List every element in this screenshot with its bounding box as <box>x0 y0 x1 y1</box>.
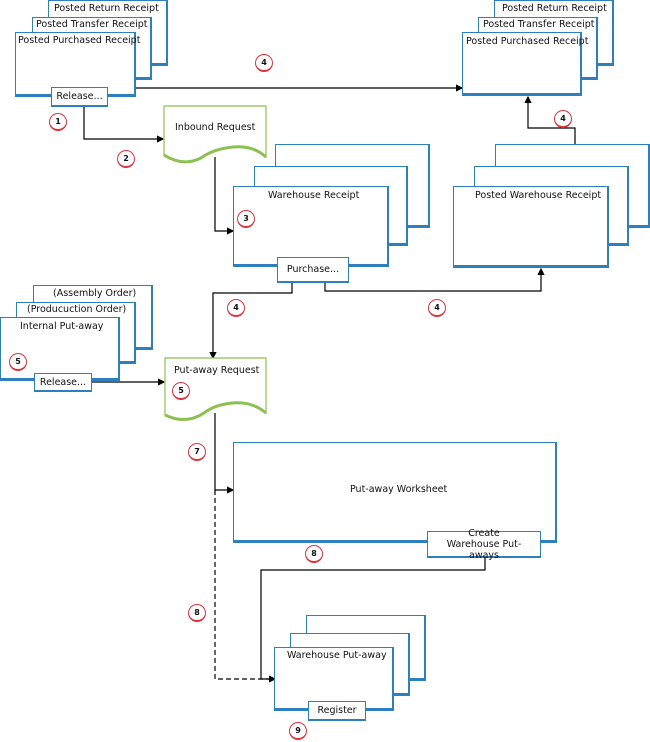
step-badge-4-right: 4 <box>554 110 572 128</box>
step-badge-5-internal: 5 <box>9 353 27 371</box>
posted-transfer-receipt-label-left: Posted Transfer Receipt <box>36 19 148 30</box>
step-badge-8-top: 8 <box>305 545 323 563</box>
register-button[interactable]: Register <box>308 701 366 721</box>
diagram-canvas: Posted Return Receipt Posted Transfer Re… <box>0 0 650 742</box>
purchase-button[interactable]: Purchase... <box>277 257 349 283</box>
step-badge-3: 3 <box>237 210 255 228</box>
warehouse-receipt-label: Warehouse Receipt <box>268 190 360 201</box>
step-badge-4-mid-left: 4 <box>227 299 245 317</box>
internal-putaway-label: Internal Put-away <box>20 321 104 332</box>
step-badge-1: 1 <box>49 113 67 131</box>
line-inbound-to-receipt <box>214 157 235 235</box>
inbound-request-document <box>163 105 268 164</box>
step-badge-5-request: 5 <box>172 382 190 400</box>
posted-transfer-receipt-label-right: Posted Transfer Receipt <box>483 19 595 30</box>
step-badge-9: 9 <box>289 722 307 740</box>
step-badge-7: 7 <box>188 443 206 461</box>
putaway-worksheet-label: Put-away Worksheet <box>350 484 448 495</box>
posted-purchased-receipt-label-left: Posted Purchased Receipt <box>18 35 141 46</box>
create-warehouse-putaways-button[interactable]: Create Warehouse Put-aways <box>427 528 541 561</box>
warehouse-putaway-label: Warehouse Put-away <box>287 650 387 661</box>
line-purchase-to-posted-wr <box>324 267 545 292</box>
posted-return-receipt-label-right: Posted Return Receipt <box>502 3 607 14</box>
step-badge-8-left: 8 <box>188 604 206 622</box>
assembly-order-label: (Assembly Order) <box>53 288 137 299</box>
production-order-label: (Producuction Order) <box>27 304 127 315</box>
posted-return-receipt-label-left: Posted Return Receipt <box>54 3 159 14</box>
release-button-internal[interactable]: Release... <box>34 373 92 392</box>
line-purchase-to-putaway-request <box>209 282 293 360</box>
step-badge-4-mid-right: 4 <box>428 299 446 317</box>
line-release-to-inbound <box>83 107 165 143</box>
posted-warehouse-receipt-label: Posted Warehouse Receipt <box>475 190 602 201</box>
putaway-request-label: Put-away Request <box>174 365 260 376</box>
step-badge-2: 2 <box>117 150 135 168</box>
step-badge-4-top: 4 <box>255 54 273 72</box>
release-button-top[interactable]: Release... <box>51 87 108 107</box>
posted-purchased-receipt-label-right: Posted Purchased Receipt <box>466 36 589 47</box>
inbound-request-label: Inbound Request <box>175 122 256 133</box>
